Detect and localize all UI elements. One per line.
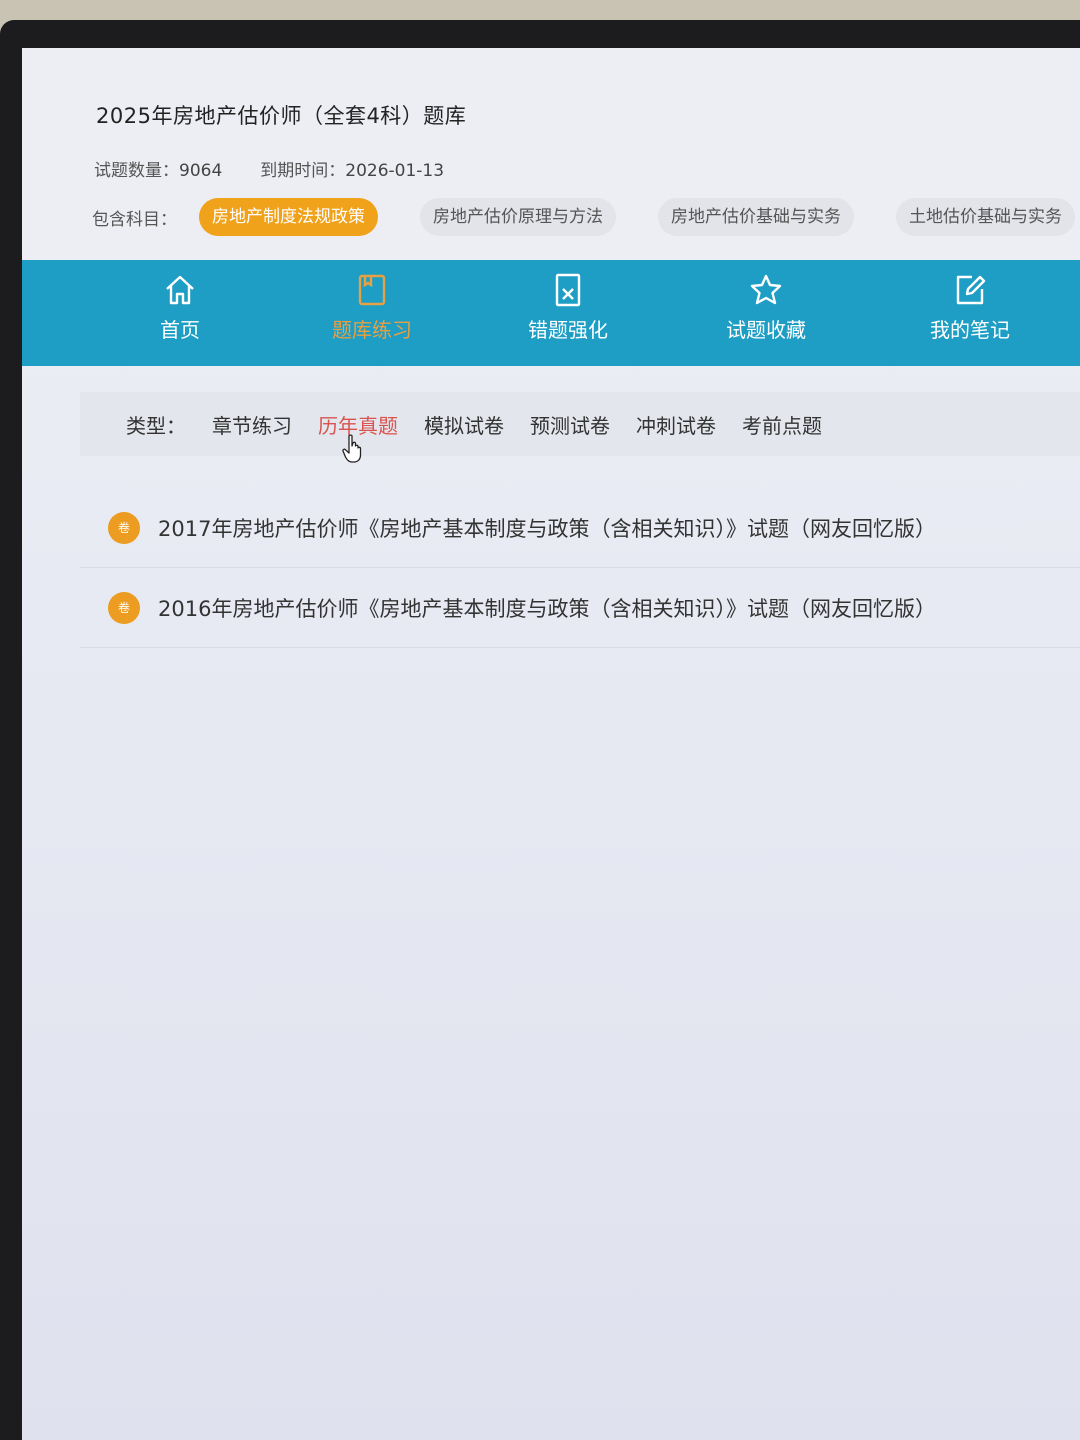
subject-chip-principles[interactable]: 房地产估价原理与方法 bbox=[420, 198, 616, 236]
tab-mock-exams[interactable]: 模拟试卷 bbox=[424, 410, 504, 439]
edit-icon bbox=[956, 275, 986, 305]
tab-sprint-exams[interactable]: 冲刺试卷 bbox=[636, 410, 716, 439]
exam-badge-icon: 卷 bbox=[108, 591, 140, 624]
main-nav: 首页 题库练习 错题强化 试题收藏 我的笔记 bbox=[22, 260, 1080, 366]
nav-label-favorites: 试题收藏 bbox=[726, 318, 806, 342]
exam-list: 卷 2017年房地产估价师《房地产基本制度与政策（含相关知识）》试题（网友回忆版… bbox=[80, 488, 1080, 648]
type-filter: 类型： 章节练习 历年真题 模拟试卷 预测试卷 冲刺试卷 考前点题 bbox=[80, 392, 1080, 456]
exam-badge-icon: 卷 bbox=[108, 511, 140, 544]
question-count-label: 试题数量： bbox=[94, 161, 179, 181]
tab-chapter-practice[interactable]: 章节练习 bbox=[212, 410, 292, 439]
subject-chip-practice[interactable]: 房地产估价基础与实务 bbox=[658, 198, 854, 236]
question-count: 试题数量：9064 bbox=[94, 156, 222, 181]
nav-label-home: 首页 bbox=[160, 318, 200, 342]
list-item[interactable]: 卷 2017年房地产估价师《房地产基本制度与政策（含相关知识）》试题（网友回忆版… bbox=[80, 488, 1080, 568]
nav-label-notes: 我的笔记 bbox=[930, 318, 1010, 342]
page-title: 2025年房地产估价师（全套4科）题库 bbox=[96, 104, 467, 128]
tab-predicted-exams[interactable]: 预测试卷 bbox=[530, 410, 610, 439]
nav-item-question-bank[interactable]: 题库练习 bbox=[332, 272, 412, 343]
expiry-value: 2026-01-13 bbox=[345, 161, 445, 181]
list-item[interactable]: 卷 2016年房地产估价师《房地产基本制度与政策（含相关知识）》试题（网友回忆版… bbox=[80, 568, 1080, 648]
expiry-label: 到期时间： bbox=[260, 161, 346, 181]
nav-label-wrong-questions: 错题强化 bbox=[528, 318, 608, 342]
subjects-label: 包含科目： bbox=[92, 209, 177, 230]
book-icon bbox=[358, 274, 386, 306]
exam-title: 2016年房地产估价师《房地产基本制度与政策（含相关知识）》试题（网友回忆版） bbox=[158, 596, 936, 621]
course-meta: 试题数量：9064 到期时间：2026-01-13 bbox=[94, 156, 444, 181]
screen: 2025年房地产估价师（全套4科）题库 试题数量：9064 到期时间：2026-… bbox=[22, 48, 1080, 1440]
nav-label-question-bank: 题库练习 bbox=[332, 318, 412, 342]
subject-chip-regulations[interactable]: 房地产制度法规政策 bbox=[199, 198, 378, 236]
nav-item-wrong-questions[interactable]: 错题强化 bbox=[528, 272, 608, 343]
tab-key-points[interactable]: 考前点题 bbox=[742, 410, 822, 439]
star-icon bbox=[750, 274, 782, 305]
expiry-date: 到期时间：2026-01-13 bbox=[260, 156, 444, 181]
hand-cursor-icon bbox=[342, 434, 362, 463]
nav-item-notes[interactable]: 我的笔记 bbox=[930, 272, 1010, 343]
question-count-value: 9064 bbox=[179, 161, 223, 181]
course-header: 2025年房地产估价师（全套4科）题库 试题数量：9064 到期时间：2026-… bbox=[22, 48, 1080, 260]
nav-item-favorites[interactable]: 试题收藏 bbox=[726, 272, 806, 343]
home-icon bbox=[166, 275, 194, 305]
type-label: 类型： bbox=[126, 413, 186, 438]
wrong-doc-icon bbox=[555, 273, 581, 307]
subject-list: 包含科目： 房地产制度法规政策 房地产估价原理与方法 房地产估价基础与实务 土地… bbox=[92, 198, 1080, 236]
exam-title: 2017年房地产估价师《房地产基本制度与政策（含相关知识）》试题（网友回忆版） bbox=[158, 516, 936, 541]
subject-chip-land[interactable]: 土地估价基础与实务 bbox=[896, 198, 1075, 236]
nav-item-home[interactable]: 首页 bbox=[160, 272, 200, 343]
